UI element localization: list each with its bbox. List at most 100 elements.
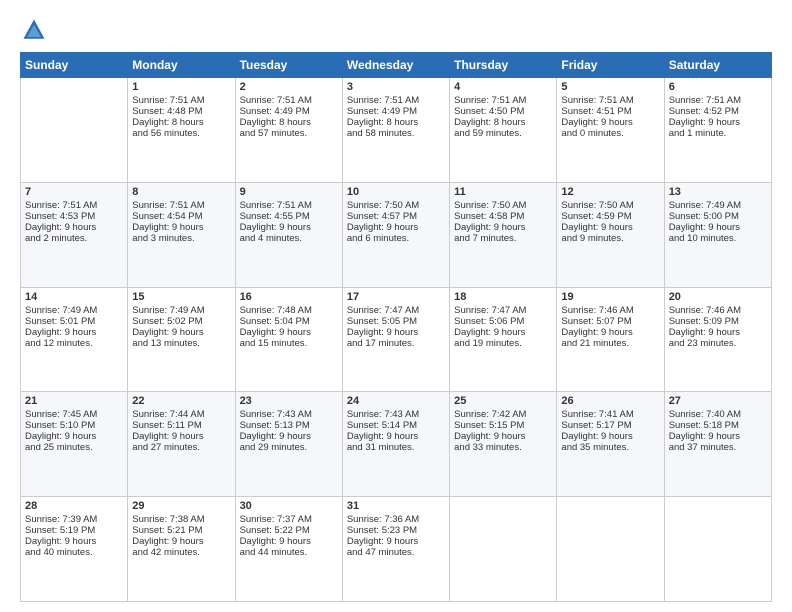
calendar-cell: 12Sunrise: 7:50 AMSunset: 4:59 PMDayligh…	[557, 182, 664, 287]
day-info-line: Sunrise: 7:49 AM	[25, 305, 123, 316]
calendar-cell: 20Sunrise: 7:46 AMSunset: 5:09 PMDayligh…	[664, 287, 771, 392]
day-info-line: Sunrise: 7:51 AM	[132, 95, 230, 106]
day-number: 10	[347, 186, 445, 198]
day-info-line: Sunrise: 7:48 AM	[240, 305, 338, 316]
day-info-line: Daylight: 9 hours	[669, 222, 767, 233]
day-info-line: Daylight: 9 hours	[347, 327, 445, 338]
calendar-cell: 8Sunrise: 7:51 AMSunset: 4:54 PMDaylight…	[128, 182, 235, 287]
day-info-line: Sunset: 5:23 PM	[347, 525, 445, 536]
day-info-line: and 40 minutes.	[25, 547, 123, 558]
calendar-cell: 21Sunrise: 7:45 AMSunset: 5:10 PMDayligh…	[21, 392, 128, 497]
day-info-line: Sunrise: 7:51 AM	[25, 200, 123, 211]
day-number: 2	[240, 81, 338, 93]
day-info-line: Daylight: 9 hours	[669, 327, 767, 338]
day-number: 7	[25, 186, 123, 198]
day-number: 29	[132, 500, 230, 512]
day-info-line: and 21 minutes.	[561, 338, 659, 349]
calendar-cell: 4Sunrise: 7:51 AMSunset: 4:50 PMDaylight…	[450, 78, 557, 183]
day-info-line: Sunrise: 7:43 AM	[347, 409, 445, 420]
weekday-header-thursday: Thursday	[450, 53, 557, 78]
weekday-header-saturday: Saturday	[664, 53, 771, 78]
day-info-line: Sunset: 4:50 PM	[454, 106, 552, 117]
day-info-line: Daylight: 9 hours	[240, 431, 338, 442]
day-info-line: Daylight: 9 hours	[454, 222, 552, 233]
calendar-cell: 14Sunrise: 7:49 AMSunset: 5:01 PMDayligh…	[21, 287, 128, 392]
calendar-cell: 30Sunrise: 7:37 AMSunset: 5:22 PMDayligh…	[235, 497, 342, 602]
day-info-line: and 37 minutes.	[669, 442, 767, 453]
day-info-line: Sunrise: 7:50 AM	[561, 200, 659, 211]
day-info-line: Sunset: 4:51 PM	[561, 106, 659, 117]
day-info-line: Sunset: 4:59 PM	[561, 211, 659, 222]
header	[20, 16, 772, 44]
day-number: 22	[132, 395, 230, 407]
calendar-cell	[450, 497, 557, 602]
day-number: 15	[132, 291, 230, 303]
day-info-line: Sunset: 5:07 PM	[561, 316, 659, 327]
day-info-line: Sunrise: 7:46 AM	[561, 305, 659, 316]
day-info-line: and 33 minutes.	[454, 442, 552, 453]
calendar-cell: 16Sunrise: 7:48 AMSunset: 5:04 PMDayligh…	[235, 287, 342, 392]
day-info-line: Daylight: 9 hours	[132, 222, 230, 233]
calendar-cell: 24Sunrise: 7:43 AMSunset: 5:14 PMDayligh…	[342, 392, 449, 497]
day-number: 14	[25, 291, 123, 303]
day-number: 27	[669, 395, 767, 407]
day-info-line: and 3 minutes.	[132, 233, 230, 244]
calendar-cell	[557, 497, 664, 602]
day-info-line: Sunrise: 7:51 AM	[561, 95, 659, 106]
day-info-line: and 7 minutes.	[454, 233, 552, 244]
day-info-line: Sunrise: 7:37 AM	[240, 514, 338, 525]
day-info-line: Sunrise: 7:51 AM	[454, 95, 552, 106]
day-number: 3	[347, 81, 445, 93]
day-info-line: Sunset: 4:49 PM	[347, 106, 445, 117]
day-info-line: and 44 minutes.	[240, 547, 338, 558]
day-number: 20	[669, 291, 767, 303]
day-info-line: Sunset: 5:14 PM	[347, 420, 445, 431]
day-info-line: Daylight: 9 hours	[132, 431, 230, 442]
day-info-line: Daylight: 9 hours	[25, 327, 123, 338]
day-info-line: Sunset: 5:21 PM	[132, 525, 230, 536]
day-info-line: Sunrise: 7:51 AM	[240, 200, 338, 211]
day-info-line: Sunrise: 7:51 AM	[347, 95, 445, 106]
day-info-line: and 15 minutes.	[240, 338, 338, 349]
day-info-line: Sunrise: 7:47 AM	[454, 305, 552, 316]
week-row-5: 28Sunrise: 7:39 AMSunset: 5:19 PMDayligh…	[21, 497, 772, 602]
day-number: 24	[347, 395, 445, 407]
calendar-cell: 27Sunrise: 7:40 AMSunset: 5:18 PMDayligh…	[664, 392, 771, 497]
day-info-line: Sunset: 5:18 PM	[669, 420, 767, 431]
day-info-line: and 2 minutes.	[25, 233, 123, 244]
calendar-cell: 10Sunrise: 7:50 AMSunset: 4:57 PMDayligh…	[342, 182, 449, 287]
day-info-line: Sunrise: 7:40 AM	[669, 409, 767, 420]
calendar-cell: 29Sunrise: 7:38 AMSunset: 5:21 PMDayligh…	[128, 497, 235, 602]
day-info-line: and 42 minutes.	[132, 547, 230, 558]
day-info-line: Sunset: 5:19 PM	[25, 525, 123, 536]
day-info-line: Daylight: 9 hours	[240, 536, 338, 547]
weekday-header-row: SundayMondayTuesdayWednesdayThursdayFrid…	[21, 53, 772, 78]
day-number: 31	[347, 500, 445, 512]
day-info-line: Sunset: 4:55 PM	[240, 211, 338, 222]
day-info-line: Daylight: 9 hours	[454, 431, 552, 442]
day-info-line: and 27 minutes.	[132, 442, 230, 453]
day-info-line: Sunrise: 7:49 AM	[132, 305, 230, 316]
day-info-line: Sunrise: 7:39 AM	[25, 514, 123, 525]
day-info-line: Sunrise: 7:49 AM	[669, 200, 767, 211]
calendar-cell: 23Sunrise: 7:43 AMSunset: 5:13 PMDayligh…	[235, 392, 342, 497]
day-info-line: Sunrise: 7:51 AM	[669, 95, 767, 106]
day-info-line: and 10 minutes.	[669, 233, 767, 244]
day-info-line: and 4 minutes.	[240, 233, 338, 244]
day-info-line: Daylight: 9 hours	[669, 117, 767, 128]
day-info-line: and 0 minutes.	[561, 128, 659, 139]
calendar-cell: 1Sunrise: 7:51 AMSunset: 4:48 PMDaylight…	[128, 78, 235, 183]
day-info-line: Sunset: 5:22 PM	[240, 525, 338, 536]
day-info-line: Daylight: 8 hours	[347, 117, 445, 128]
calendar-cell: 26Sunrise: 7:41 AMSunset: 5:17 PMDayligh…	[557, 392, 664, 497]
day-info-line: Daylight: 8 hours	[240, 117, 338, 128]
week-row-2: 7Sunrise: 7:51 AMSunset: 4:53 PMDaylight…	[21, 182, 772, 287]
day-info-line: Daylight: 8 hours	[132, 117, 230, 128]
day-info-line: Sunset: 5:11 PM	[132, 420, 230, 431]
calendar-cell: 6Sunrise: 7:51 AMSunset: 4:52 PMDaylight…	[664, 78, 771, 183]
calendar-cell: 13Sunrise: 7:49 AMSunset: 5:00 PMDayligh…	[664, 182, 771, 287]
day-info-line: and 6 minutes.	[347, 233, 445, 244]
day-info-line: Daylight: 9 hours	[132, 327, 230, 338]
day-number: 25	[454, 395, 552, 407]
day-info-line: Sunrise: 7:41 AM	[561, 409, 659, 420]
